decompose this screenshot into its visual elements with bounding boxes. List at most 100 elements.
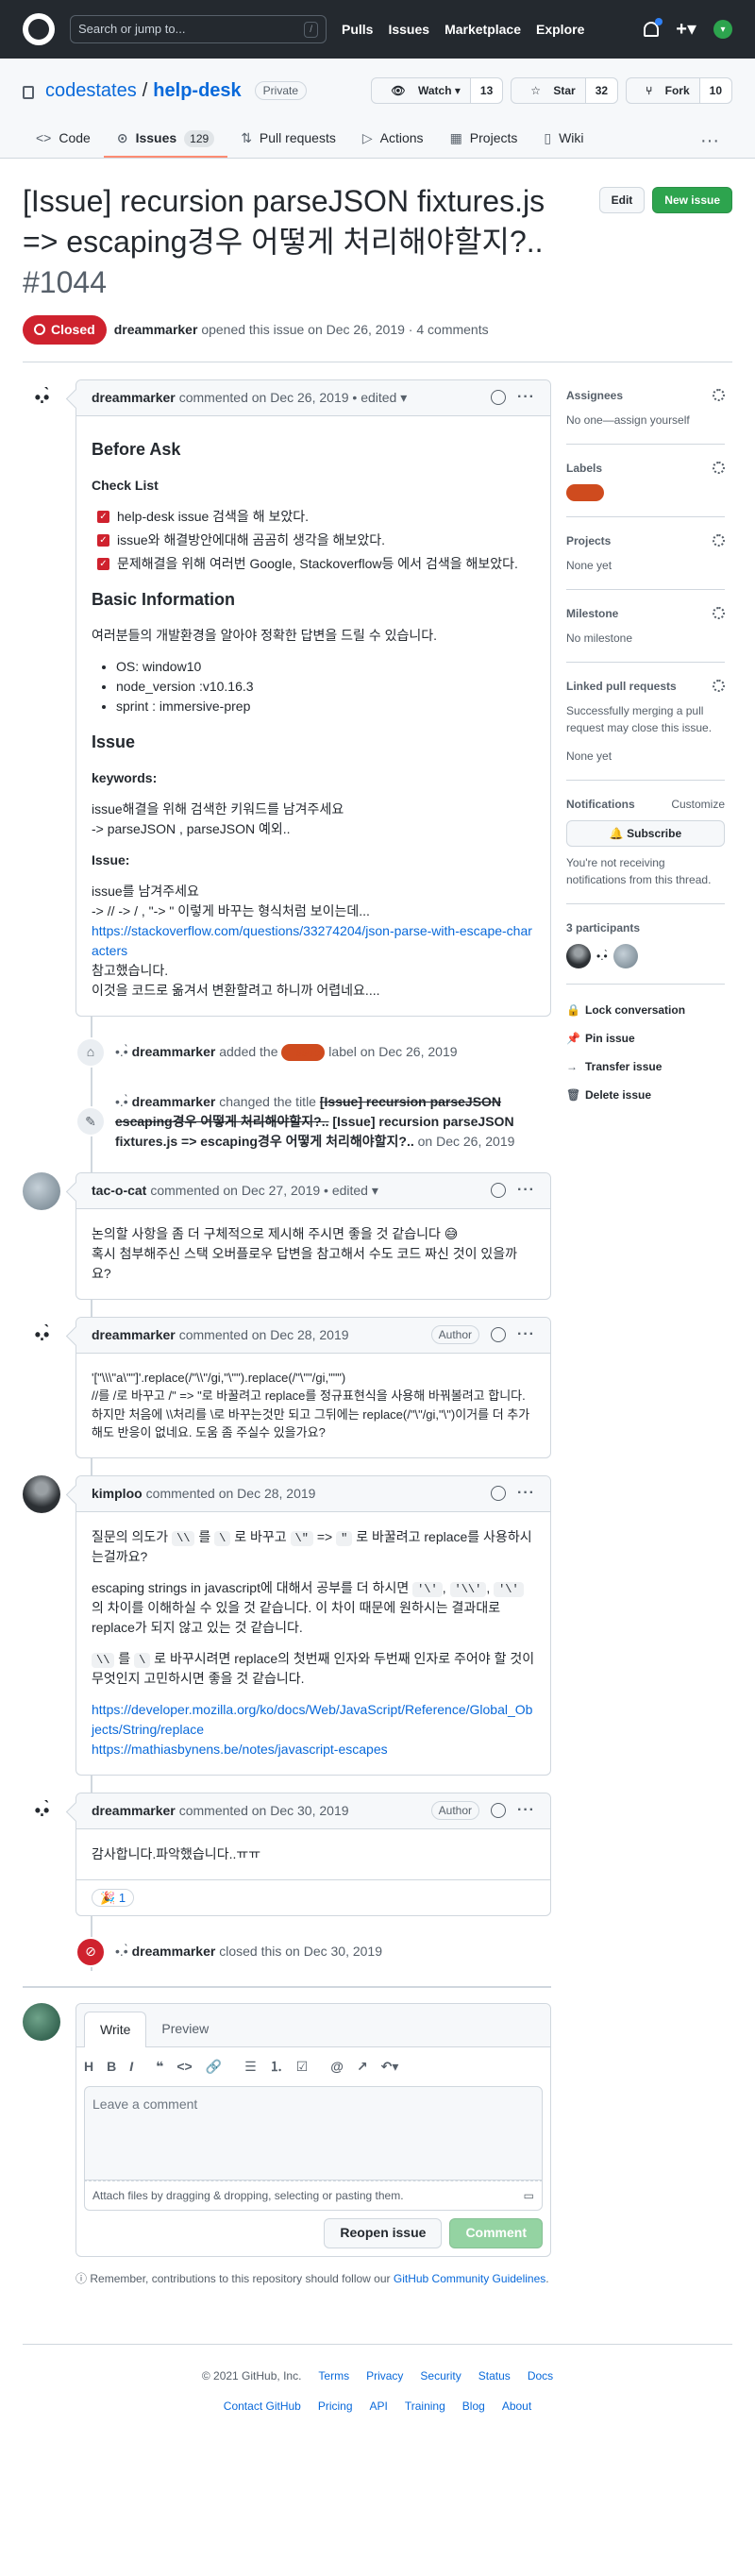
footer-link[interactable]: Docs <box>528 2367 553 2384</box>
watch-count[interactable]: 13 <box>469 78 503 103</box>
tab-preview[interactable]: Preview <box>146 2012 224 2046</box>
lock-conversation-button[interactable]: 🔒 Lock conversation <box>566 996 725 1024</box>
user-avatar[interactable]: ▾ <box>713 20 732 39</box>
avatar[interactable]: •.•̀ <box>23 1792 60 1830</box>
guidelines-link[interactable]: GitHub Community Guidelines <box>394 2272 545 2285</box>
projects-title[interactable]: Projects <box>566 532 611 549</box>
mini-avatar[interactable]: •.•̀ <box>115 1944 132 1959</box>
task-list-icon[interactable]: ☑ <box>296 2057 309 2077</box>
gear-icon[interactable] <box>713 389 725 402</box>
add-reaction-icon[interactable] <box>491 1327 507 1343</box>
milestone-title[interactable]: Milestone <box>566 605 618 622</box>
avatar[interactable]: •.•̀ <box>23 379 60 417</box>
comment-meta[interactable]: commented on Dec 26, 2019 • edited <box>179 388 397 408</box>
pin-issue-button[interactable]: 📌 Pin issue <box>566 1024 725 1052</box>
gear-icon[interactable] <box>713 680 725 693</box>
checkbox[interactable]: ✓ <box>97 533 109 547</box>
kebab-menu-icon[interactable]: ··· <box>517 386 535 409</box>
notification-bell-icon[interactable] <box>644 18 663 37</box>
comment-meta[interactable]: commented on Dec 28, 2019 <box>179 1325 349 1345</box>
linked-pr-title[interactable]: Linked pull requests <box>566 678 677 695</box>
italic-icon[interactable]: I <box>129 2057 133 2077</box>
reference-icon[interactable]: ↗ <box>357 2057 368 2077</box>
tab-wiki[interactable]: ▯ Wiki <box>530 121 596 158</box>
tab-write[interactable]: Write <box>84 2011 147 2047</box>
checkbox[interactable]: ✓ <box>97 557 109 570</box>
quote-icon[interactable]: ❝ <box>156 2057 163 2077</box>
heading-icon[interactable]: H <box>84 2057 93 2077</box>
comment-meta[interactable]: commented on Dec 27, 2019 • edited <box>150 1181 368 1201</box>
delete-issue-button[interactable]: 🗑 Delete issue <box>566 1081 725 1109</box>
avatar[interactable] <box>23 1171 60 1210</box>
footer-link[interactable]: Security <box>420 2367 461 2384</box>
github-logo-icon[interactable] <box>23 13 55 45</box>
kebab-menu-icon[interactable]: ··· <box>517 1323 535 1346</box>
gear-icon[interactable] <box>713 534 725 547</box>
comment-textarea[interactable]: Leave a comment <box>84 2085 543 2180</box>
tab-pull-requests[interactable]: ⇅ Pull requests <box>227 121 349 158</box>
comment-author[interactable]: dreammarker <box>92 388 176 408</box>
star-button[interactable]: ☆ Star 32 <box>511 77 619 104</box>
footer-link[interactable]: About <box>502 2398 531 2415</box>
tab-code[interactable]: <> Code <box>23 121 104 158</box>
comment-author[interactable]: kimploo <box>92 1484 143 1504</box>
create-new-icon[interactable]: +▾ <box>676 15 696 43</box>
comment-author[interactable]: dreammarker <box>92 1325 176 1345</box>
fork-button[interactable]: ⑂ Fork 10 <box>626 77 732 104</box>
comment-author[interactable]: tac-o-cat <box>92 1181 146 1201</box>
avatar[interactable] <box>23 2002 60 2041</box>
nav-explore[interactable]: Explore <box>536 20 584 40</box>
tab-issues[interactable]: ⊙ Issues 129 <box>103 121 228 158</box>
comment-author[interactable]: dreammarker <box>92 1801 176 1821</box>
numbered-list-icon[interactable]: ⒈ <box>270 2057 283 2077</box>
add-reaction-icon[interactable] <box>491 1183 507 1199</box>
edit-button[interactable]: Edit <box>598 187 646 213</box>
kebab-menu-icon[interactable]: ··· <box>517 1799 535 1822</box>
footer-link[interactable]: Contact GitHub <box>224 2398 301 2415</box>
footer-link[interactable]: Privacy <box>366 2367 403 2384</box>
assignees-title[interactable]: Assignees <box>566 387 623 404</box>
more-tabs-icon[interactable]: ··· <box>687 124 732 158</box>
gear-icon[interactable] <box>713 462 725 475</box>
search-input[interactable]: Search or jump to... / <box>70 15 327 43</box>
assignees-value[interactable]: No one—assign yourself <box>566 412 725 429</box>
add-reaction-icon[interactable] <box>491 1486 507 1502</box>
subscribe-button[interactable]: 🔔 Subscribe <box>566 819 725 847</box>
footer-link[interactable]: Terms <box>318 2367 349 2384</box>
bullet-list-icon[interactable]: ☰ <box>244 2057 257 2077</box>
issue-author[interactable]: dreammarker <box>114 322 198 337</box>
new-issue-button[interactable]: New issue <box>652 187 732 213</box>
add-reaction-icon[interactable] <box>491 390 507 406</box>
comment-meta[interactable]: commented on Dec 30, 2019 <box>179 1801 349 1821</box>
kebab-menu-icon[interactable]: ··· <box>517 1179 535 1202</box>
mini-avatar[interactable]: •.•̀ <box>115 1044 132 1059</box>
event-author[interactable]: dreammarker <box>132 1094 216 1109</box>
nav-pulls[interactable]: Pulls <box>342 20 373 40</box>
kebab-menu-icon[interactable]: ··· <box>517 1482 535 1505</box>
code-icon[interactable]: <> <box>176 2057 192 2077</box>
event-author[interactable]: dreammarker <box>132 1044 216 1059</box>
markdown-icon[interactable]: ▭ <box>524 2187 534 2204</box>
tab-projects[interactable]: ▦ Projects <box>437 121 531 158</box>
nav-issues[interactable]: Issues <box>388 20 429 40</box>
comment-meta[interactable]: commented on Dec 28, 2019 <box>146 1484 316 1504</box>
star-count[interactable]: 32 <box>584 78 618 103</box>
repo-owner-link[interactable]: codestates <box>45 76 137 105</box>
footer-link[interactable]: Training <box>405 2398 445 2415</box>
stackoverflow-link[interactable]: https://stackoverflow.com/questions/3327… <box>92 923 532 958</box>
participant-avatar[interactable]: •.•̀ <box>596 948 608 965</box>
fork-count[interactable]: 10 <box>698 78 731 103</box>
mini-avatar[interactable]: •.•̀ <box>115 1094 132 1109</box>
event-author[interactable]: dreammarker <box>132 1944 216 1959</box>
escapes-link[interactable]: https://mathiasbynens.be/notes/javascrip… <box>92 1742 388 1757</box>
issue-label-pill[interactable]: Issue <box>281 1044 326 1062</box>
issue-label-pill[interactable] <box>566 483 604 501</box>
avatar[interactable]: •.•̀ <box>23 1316 60 1355</box>
participant-avatar[interactable] <box>612 943 638 968</box>
tab-actions[interactable]: ▷ Actions <box>349 121 437 158</box>
reopen-issue-button[interactable]: Reopen issue <box>324 2217 443 2248</box>
comment-button[interactable]: Comment <box>449 2217 543 2248</box>
footer-link[interactable]: Blog <box>462 2398 485 2415</box>
repo-name-link[interactable]: help-desk <box>153 76 241 105</box>
add-reaction-icon[interactable] <box>491 1803 507 1819</box>
